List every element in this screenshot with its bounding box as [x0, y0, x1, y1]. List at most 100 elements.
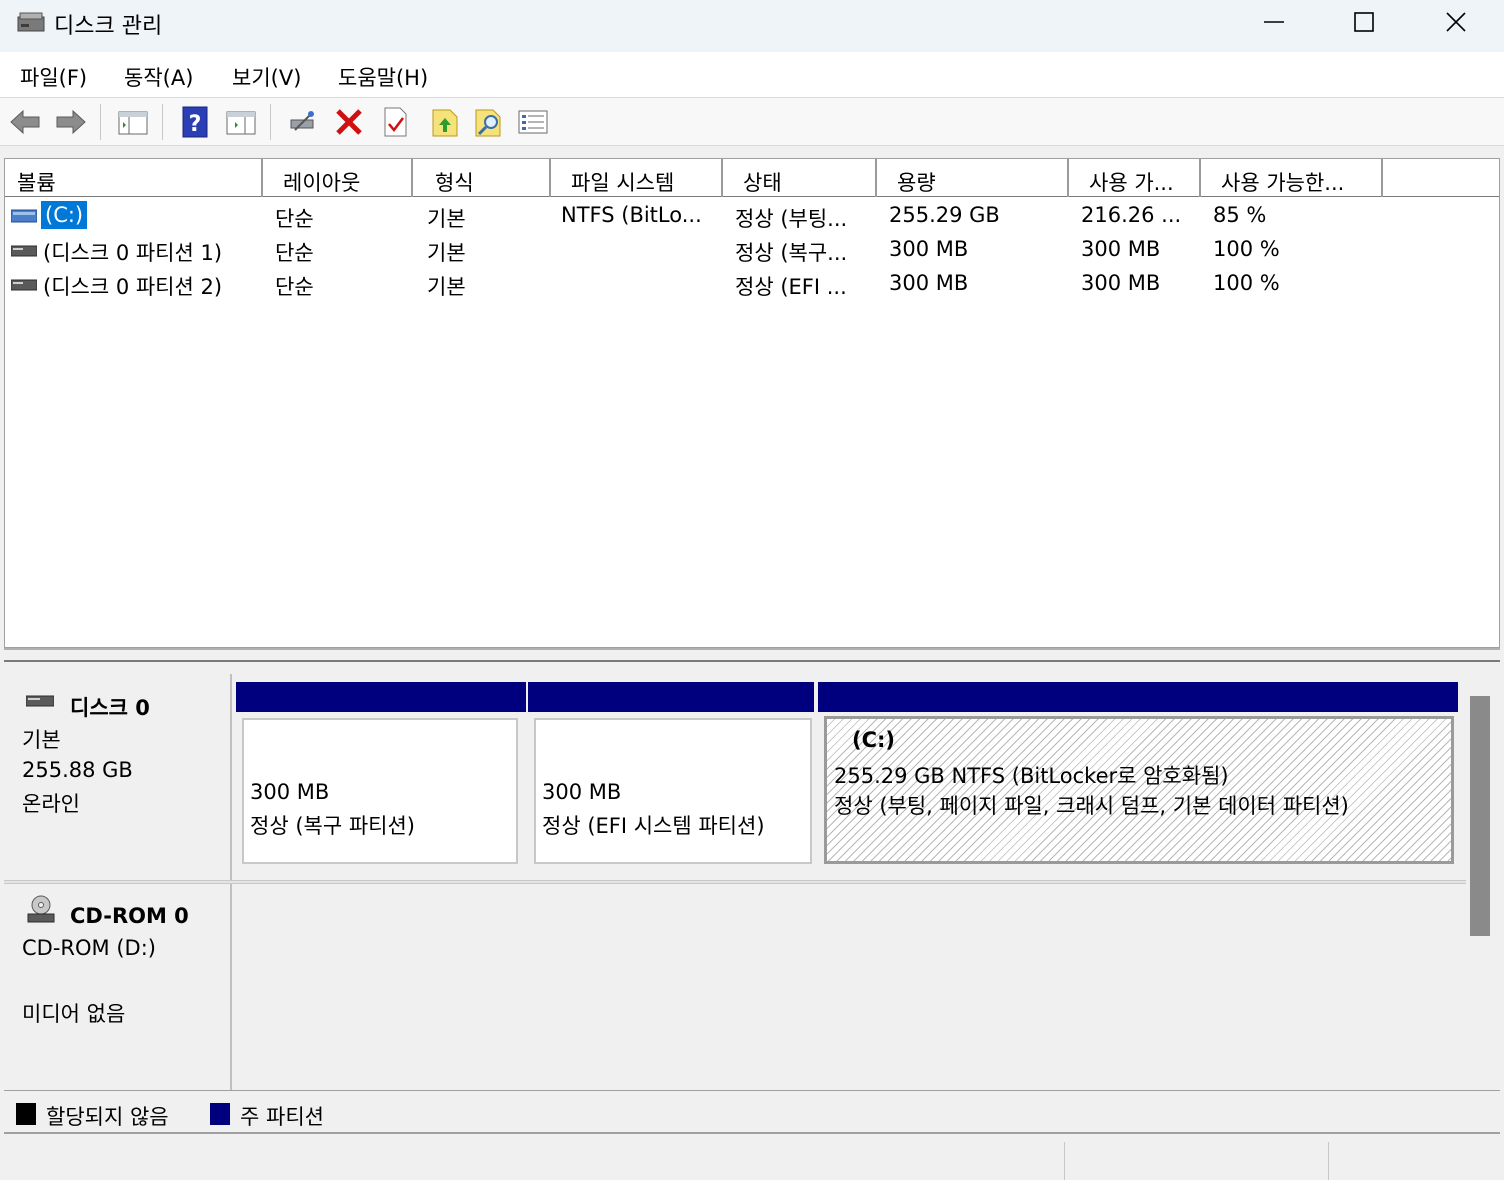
find-icon[interactable]	[472, 104, 506, 140]
cdrom-0-label[interactable]: CD-ROM 0 CD-ROM (D:) 미디어 없음	[4, 884, 232, 1090]
volume-icon	[10, 208, 38, 224]
legend-swatch-unallocated	[16, 1103, 36, 1125]
table-row[interactable]: (디스크 0 파티션 2) 단순 기본 정상 (EFI ... 300 MB 3…	[5, 267, 1499, 301]
partition-bar	[236, 682, 526, 712]
volume-list: 볼륨 레이아웃 형식 파일 시스템 상태 용량 사용 가... 사용 가능한..…	[4, 158, 1500, 648]
free-space-cell: 216.26 ...	[1081, 203, 1182, 227]
maximize-button[interactable]	[1318, 0, 1410, 44]
export-icon[interactable]	[428, 104, 462, 140]
status-cell: 정상 (부팅...	[735, 207, 848, 231]
partition-size: 300 MB	[542, 780, 622, 804]
column-header-capacity[interactable]: 용량	[877, 159, 1069, 197]
minimize-button[interactable]	[1228, 0, 1320, 44]
status-separator	[1328, 1142, 1329, 1180]
partition-size: 300 MB	[250, 780, 330, 804]
volume-cell: (디스크 0 파티션 2)	[43, 275, 223, 299]
layout-cell: 단순	[275, 207, 314, 231]
partition-c-drive[interactable]: (C:) 255.29 GB NTFS (BitLocker로 암호화됨) 정상…	[818, 682, 1460, 870]
cdrom-state: 미디어 없음	[22, 1002, 126, 1026]
column-header-free-space[interactable]: 사용 가...	[1069, 159, 1201, 197]
table-row[interactable]: (디스크 0 파티션 1) 단순 기본 정상 (복구... 300 MB 300…	[5, 233, 1499, 267]
disk-icon	[25, 692, 55, 712]
menu-action[interactable]: 동작(A)	[124, 62, 193, 92]
percent-free-cell: 100 %	[1213, 271, 1280, 295]
status-cell: 정상 (EFI ...	[735, 275, 847, 299]
layout-cell: 단순	[275, 275, 314, 299]
forward-icon[interactable]	[54, 104, 88, 140]
disk-name: 디스크 0	[70, 696, 150, 720]
table-row[interactable]: (C:) 단순 기본 NTFS (BitLo... 정상 (부팅... 255.…	[5, 199, 1499, 233]
partition-size: 255.29 GB NTFS (BitLocker로 암호화됨)	[834, 764, 1229, 788]
percent-free-cell: 85 %	[1213, 203, 1267, 227]
disk-state: 온라인	[22, 792, 80, 816]
partition-bar	[528, 682, 814, 712]
column-header-file-system[interactable]: 파일 시스템	[551, 159, 723, 197]
free-space-cell: 300 MB	[1081, 237, 1161, 261]
type-cell: 기본	[427, 207, 466, 231]
show-hide-console-tree-icon[interactable]	[116, 104, 150, 140]
delete-icon[interactable]	[332, 104, 366, 140]
column-header-type[interactable]: 형식	[413, 159, 551, 197]
disk-0-label[interactable]: 디스크 0 기본 255.88 GB 온라인	[4, 674, 232, 880]
connect-drive-icon[interactable]	[286, 104, 320, 140]
partition-label: (C:)	[852, 728, 896, 752]
column-header-volume[interactable]: 볼륨	[5, 159, 263, 197]
title-bar: 디스크 관리	[0, 0, 1504, 52]
help-icon[interactable]: ?	[178, 104, 212, 140]
back-icon[interactable]	[8, 104, 42, 140]
volume-list-header: 볼륨 레이아웃 형식 파일 시스템 상태 용량 사용 가... 사용 가능한..…	[5, 159, 1499, 197]
partition-status: 정상 (부팅, 페이지 파일, 크래시 덤프, 기본 데이터 파티션)	[834, 794, 1349, 818]
partition-bar	[818, 682, 1458, 712]
legend-swatch-primary	[210, 1103, 230, 1125]
pane-splitter[interactable]	[4, 648, 1500, 662]
partition-recovery[interactable]: 300 MB 정상 (복구 파티션)	[232, 682, 526, 870]
column-header-layout[interactable]: 레이아웃	[263, 159, 413, 197]
menu-bar: 파일(F) 동작(A) 보기(V) 도움말(H)	[0, 52, 1504, 98]
cdrom-type: CD-ROM (D:)	[22, 936, 156, 960]
close-button[interactable]	[1410, 0, 1502, 44]
menu-file[interactable]: 파일(F)	[20, 62, 87, 92]
partition-status: 정상 (복구 파티션)	[250, 814, 415, 838]
svg-text:?: ?	[189, 112, 202, 137]
list-view-icon[interactable]	[516, 104, 550, 140]
toolbar-separator	[162, 104, 163, 140]
capacity-cell: 300 MB	[889, 237, 969, 261]
layout-cell: 단순	[275, 241, 314, 265]
status-bar	[0, 1136, 1504, 1180]
legend-label-unallocated: 할당되지 않음	[46, 1105, 169, 1129]
percent-free-cell: 100 %	[1213, 237, 1280, 261]
show-hide-action-pane-icon[interactable]	[224, 104, 258, 140]
disk-management-app-icon	[16, 9, 46, 35]
volume-cell: (디스크 0 파티션 1)	[43, 241, 223, 265]
toolbar: ?	[0, 98, 1504, 146]
legend: 할당되지 않음 주 파티션	[4, 1090, 1500, 1134]
menu-view[interactable]: 보기(V)	[232, 62, 301, 92]
toolbar-separator	[270, 104, 271, 140]
column-header-percent-free[interactable]: 사용 가능한...	[1201, 159, 1383, 197]
capacity-cell: 255.29 GB	[889, 203, 1000, 227]
legend-label-primary: 주 파티션	[240, 1105, 324, 1129]
window-title: 디스크 관리	[54, 14, 163, 39]
file-system-cell: NTFS (BitLo...	[561, 203, 702, 227]
partition-efi[interactable]: 300 MB 정상 (EFI 시스템 파티션)	[526, 682, 816, 870]
free-space-cell: 300 MB	[1081, 271, 1161, 295]
vertical-scrollbar-thumb[interactable]	[1470, 696, 1490, 936]
cdrom-name: CD-ROM 0	[70, 904, 189, 928]
partition-icon	[10, 242, 38, 258]
partition-icon	[10, 276, 38, 292]
type-cell: 기본	[427, 241, 466, 265]
status-cell: 정상 (복구...	[735, 241, 848, 265]
toolbar-separator	[100, 104, 101, 140]
status-separator	[1064, 1142, 1065, 1180]
volume-cell: (C:)	[41, 201, 88, 229]
partition-status: 정상 (EFI 시스템 파티션)	[542, 814, 765, 838]
capacity-cell: 300 MB	[889, 271, 969, 295]
column-header-status[interactable]: 상태	[723, 159, 877, 197]
cdrom-icon	[26, 894, 56, 928]
disk-graph-view: 디스크 0 기본 255.88 GB 온라인 300 MB 정상 (복구 파티션…	[4, 662, 1500, 1090]
disk-type: 기본	[22, 728, 61, 752]
type-cell: 기본	[427, 275, 466, 299]
disk-size: 255.88 GB	[22, 758, 133, 782]
properties-icon[interactable]	[378, 104, 412, 140]
menu-help[interactable]: 도움말(H)	[338, 62, 428, 92]
